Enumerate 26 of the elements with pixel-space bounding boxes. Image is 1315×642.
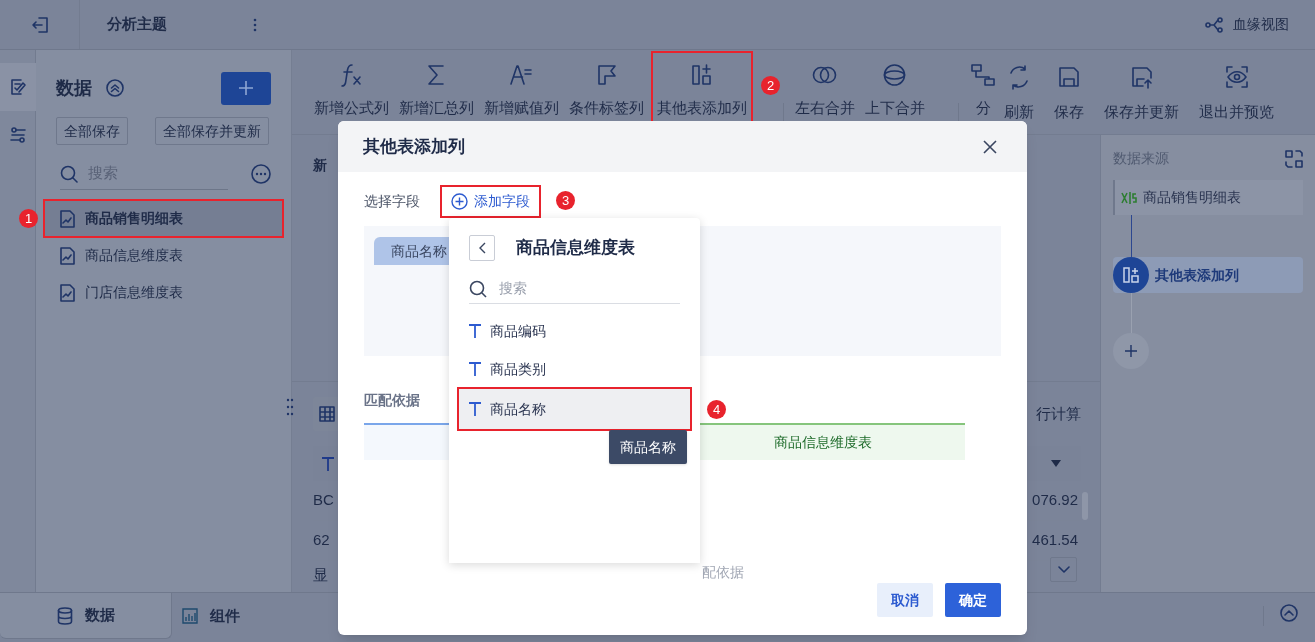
column-title: 商品信息维度表 — [773, 433, 872, 452]
dropdown-title: 商品信息维度表 — [516, 237, 635, 260]
section-heading: 新 — [313, 156, 328, 175]
panel-title: 数据 — [56, 76, 92, 100]
table-cell-text: 076.92 — [1032, 490, 1078, 511]
table-cell-text: 461.54 — [1032, 530, 1078, 551]
field-name: 商品编码 — [490, 321, 546, 341]
field-name: 商品名称 — [490, 399, 546, 419]
table-name: 门店信息维度表 — [85, 283, 183, 302]
step-number-badge: 3 — [556, 191, 575, 210]
node-label: 商品销售明细表 — [1143, 188, 1241, 207]
field-label: 选择字段 — [364, 192, 420, 211]
section-label: 匹配依据 — [364, 391, 420, 410]
field-name: 商品类别 — [490, 359, 546, 379]
node-label: 其他表添加列 — [1155, 265, 1239, 285]
page-title: 分析主题 — [107, 14, 167, 35]
tooltip: 商品名称 — [609, 430, 687, 464]
hint-text: 行计算 — [1036, 403, 1081, 424]
table-name: 商品信息维度表 — [85, 246, 183, 265]
table-cell-text: 62 — [313, 530, 330, 551]
footer-text: 显 — [313, 565, 328, 585]
dialog-title: 其他表添加列 — [363, 135, 465, 158]
step-number-badge: 2 — [761, 76, 780, 95]
table-cell-text: BC — [313, 490, 334, 511]
table-name: 商品销售明细表 — [85, 209, 183, 228]
empty-state-text: 配依据 — [702, 563, 744, 582]
